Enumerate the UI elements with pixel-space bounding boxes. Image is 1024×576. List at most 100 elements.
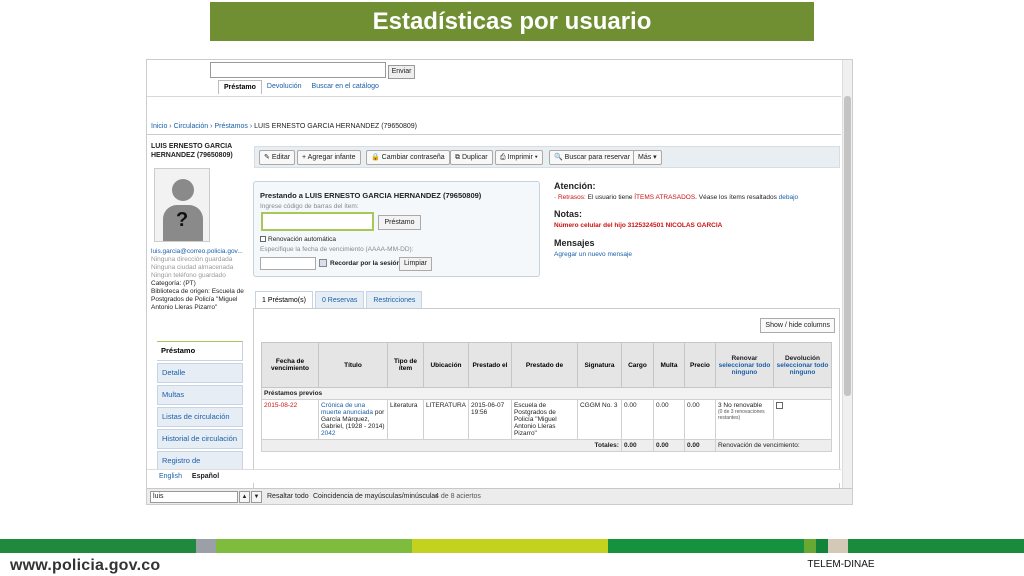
side-menu-lists[interactable]: Listas de circulación [157,407,243,427]
search-hold-button[interactable]: 🔍 Buscar para reservar [549,150,636,165]
side-menu-details[interactable]: Detalle [157,363,243,383]
col-title-label: Título [344,361,362,369]
checkouts-table: Fecha de vencimiento Título Tipo de ítem… [261,342,833,452]
patron-city: Ninguna ciudad almacenada [151,264,234,271]
col-charge[interactable]: Cargo [620,342,654,388]
col-lent-on[interactable]: Prestado el [467,342,512,388]
match-case-option[interactable]: Coincidencia de mayúsculas/minúsculas [313,493,439,500]
col-lent-on-label: Prestado el [472,361,508,369]
more-label: Más [638,154,652,161]
col-lent-from[interactable]: Prestado de [510,342,578,388]
stripe [608,539,804,553]
find-previous-icon[interactable]: ▲ [239,491,250,503]
scrollbar-thumb[interactable] [844,96,851,396]
col-item-type[interactable]: Tipo de ítem [387,342,424,388]
return-checkbox[interactable] [775,402,783,409]
side-menu-checkout[interactable]: Préstamo [157,341,243,361]
tab-search-catalog[interactable]: Buscar en el catálogo [307,80,384,94]
renew-select-all[interactable]: seleccionar todo [718,362,771,369]
due-date-input[interactable] [260,257,316,270]
clear-button[interactable]: Limpiar [399,257,432,271]
barcode-input[interactable] [261,212,374,231]
col-location[interactable]: Ubicación [423,342,469,388]
return-select-all[interactable]: seleccionar todo [776,362,829,369]
auto-renew-checkbox[interactable] [260,236,266,243]
checkout-form: Prestando a LUIS ERNESTO GARCIA HERNANDE… [253,181,540,277]
change-password-button[interactable]: 🔒 Cambiar contraseña [366,150,450,165]
highlight-all-option[interactable]: Resaltar todo [267,493,309,500]
renew-select-none[interactable]: ninguno [718,369,771,376]
remember-label: Recordar por la sesión: [330,260,403,267]
breadcrumb-circulation[interactable]: Circulación [174,123,209,130]
return-header: Devolución [784,354,820,362]
totals-row: Totales: 0.00 0.00 0.00 Renovación de ve… [261,439,833,452]
print-label: Imprimir [507,154,533,161]
side-menu-history[interactable]: Historial de circulación [157,429,243,449]
side-menu-fines[interactable]: Multas [157,385,243,405]
breadcrumb-home[interactable]: Inicio [151,123,167,130]
cell-title: Crónica de una muerte anunciada por Garc… [318,399,388,440]
divider [147,96,841,97]
overdue-alert: · Retrasos: El usuario tiene ÍTEMS ATRAS… [554,194,799,201]
tab-checkout[interactable]: Préstamo [218,80,262,94]
col-title[interactable]: Título [318,342,388,388]
cell-due-date: 2015-08-22 [261,399,319,440]
col-fine-label: Multa [660,361,678,369]
stripe [816,539,828,553]
total-fine: 0.00 [652,439,685,452]
side-menu-log[interactable]: Registro de [157,451,243,471]
cell-signature: CGGM No. 3 [576,399,622,440]
call-number-link[interactable]: 2042 [321,430,335,437]
find-input[interactable]: luis [150,491,238,503]
messages-title: Mensajes [554,238,595,248]
renew-due-label: Renovación de vencimiento: [714,439,833,452]
footer-stripes [0,539,1024,553]
col-signature[interactable]: Signatura [576,342,622,388]
add-message-link[interactable]: Agregar un nuevo mensaje [554,251,844,258]
stripe [412,539,608,553]
cell-lent-from: Escuela de Postgrados de Policía "Miguel… [510,399,578,440]
patron-address: Ninguna dirección guardada [151,256,233,263]
col-fine[interactable]: Multa [652,342,685,388]
stripe [196,539,216,553]
more-button[interactable]: Más ▾ [633,150,662,165]
patron-info: luis.garcia@correo.policia.gov... Ningun… [151,248,244,312]
language-english[interactable]: English [159,473,182,480]
total-price: 0.00 [683,439,716,452]
checkout-submit-button[interactable]: Préstamo [378,215,421,230]
col-charge-label: Cargo [628,361,647,369]
col-price[interactable]: Precio [683,342,716,388]
cell-charge: 0.00 [620,399,654,440]
change-password-label: Cambiar contraseña [381,154,445,161]
renew-status: No renovable [723,402,763,409]
duplicate-button[interactable]: ⧉ Duplicar [450,150,493,165]
patron-email[interactable]: luis.garcia@correo.policia.gov... [151,248,244,256]
breadcrumb-loans[interactable]: Préstamos [214,123,247,130]
col-price-label: Precio [690,361,710,369]
overdue-label: Retrasos: [557,194,586,201]
add-child-label: Agregar infante [307,154,356,161]
tab-checkin[interactable]: Devolución [262,80,307,94]
question-mark-icon: ? [176,209,189,231]
find-next-icon[interactable]: ▼ [251,491,262,503]
edit-button[interactable]: ✎ Editar [259,150,296,165]
koha-screenshot: Enviar Préstamo Devolución Buscar en el … [146,59,853,505]
search-input[interactable] [210,62,386,78]
show-hide-columns-button[interactable]: Show / hide columns [760,318,835,333]
overdue-text: El usuario tiene [587,194,633,201]
patron-panel: LUIS ERNESTO GARCIA HERNANDEZ (79650809)… [151,142,244,312]
print-button[interactable]: ⎙ Imprimir ▾ [495,150,543,165]
title-link[interactable]: Crónica de una muerte anunciada [321,402,373,416]
avatar-head-icon [172,179,194,201]
col-due-date[interactable]: Fecha de vencimiento [261,342,319,388]
language-spanish[interactable]: Español [192,473,219,480]
stripe [848,539,1024,553]
vertical-scrollbar[interactable] [842,60,852,488]
calendar-icon[interactable] [319,259,327,267]
search-submit-button[interactable]: Enviar [388,65,415,79]
breadcrumb: Inicio › Circulación › Préstamos › LUIS … [151,123,418,130]
below-link[interactable]: debajo [779,194,799,201]
return-select-none[interactable]: ninguno [776,369,829,376]
add-child-button[interactable]: + Agregar infante [297,150,361,165]
auto-renew-option[interactable]: Renovación automática [260,236,336,243]
